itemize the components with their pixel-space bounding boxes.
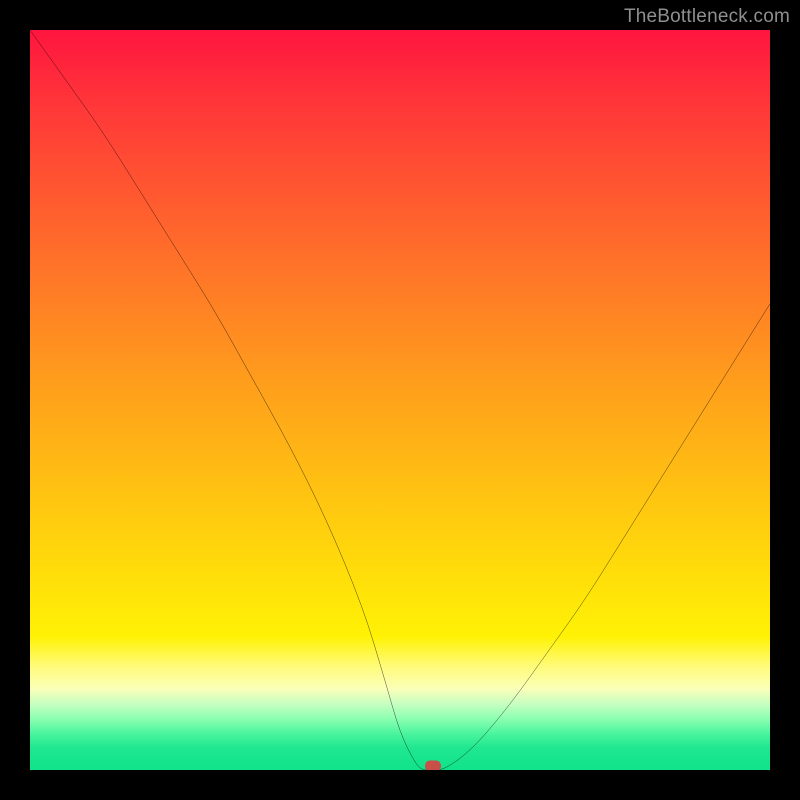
plot-area: [30, 30, 770, 770]
attribution-text: TheBottleneck.com: [624, 6, 790, 28]
curve-layer: [30, 30, 770, 770]
optimal-point-marker: [425, 761, 441, 770]
chart-stage: TheBottleneck.com: [0, 0, 800, 800]
bottleneck-curve-path: [30, 30, 770, 770]
